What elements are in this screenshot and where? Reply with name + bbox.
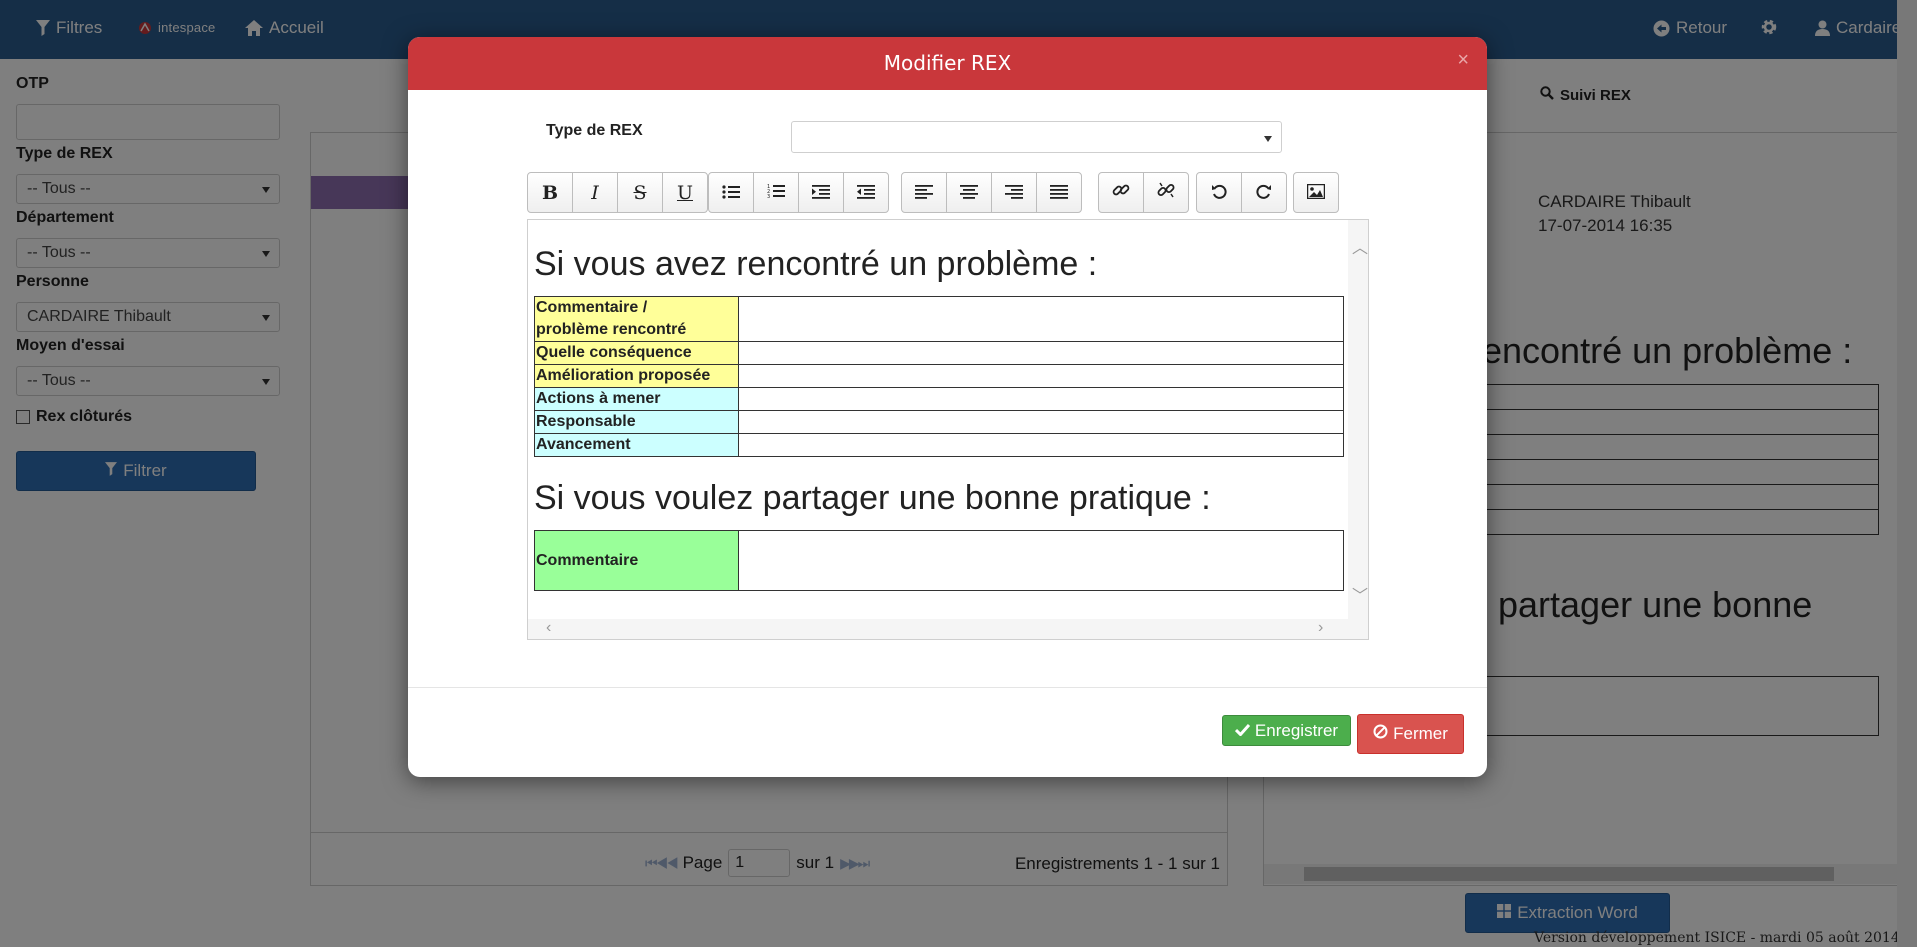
indent-icon (812, 182, 830, 204)
bold-button[interactable]: B (527, 172, 573, 213)
indent-button[interactable] (798, 172, 844, 213)
chevron-right-icon[interactable]: › (1318, 619, 1323, 637)
rich-text-editor[interactable]: Si vous avez rencontré un problème : Com… (527, 219, 1369, 640)
list-toolbar-group: 123 (708, 172, 889, 213)
problem-comment-label-cell[interactable]: Commentaire / problème rencontré (534, 296, 739, 342)
save-button-label: Enregistrer (1254, 720, 1339, 740)
media-toolbar-group (1293, 172, 1339, 213)
problem-comment-label-line2: problème rencontré (536, 321, 687, 338)
align-right-icon (1005, 182, 1023, 204)
modal-footer-divider (408, 687, 1487, 688)
actions-label-cell[interactable]: Actions à mener (534, 387, 739, 411)
bullet-list-icon (722, 182, 740, 204)
practice-table[interactable]: Commentaire (534, 530, 1344, 591)
check-icon (1234, 721, 1251, 741)
chevron-down-icon[interactable]: ﹀ (1352, 582, 1368, 606)
undo-button[interactable] (1196, 172, 1242, 213)
table-row: Avancement (534, 433, 1344, 457)
justify-button[interactable] (1036, 172, 1082, 213)
unlink-icon (1157, 181, 1175, 204)
numbered-list-button[interactable]: 123 (753, 172, 799, 213)
modal-header: Modifier REX × (408, 37, 1487, 90)
align-left-icon (915, 182, 933, 204)
table-row: Commentaire / problème rencontré (534, 296, 1344, 342)
strikethrough-button[interactable]: S (617, 172, 663, 213)
outdent-icon (857, 182, 875, 204)
ban-icon (1373, 724, 1388, 744)
align-right-button[interactable] (991, 172, 1037, 213)
undo-icon (1211, 182, 1227, 204)
outdent-button[interactable] (843, 172, 889, 213)
justify-icon (1050, 182, 1068, 204)
table-row: Commentaire (534, 530, 1344, 591)
numbered-list-icon: 123 (767, 182, 785, 204)
consequence-value-cell[interactable] (738, 341, 1344, 365)
align-toolbar-group (901, 172, 1082, 213)
problem-comment-label-line1: Commentaire / (536, 299, 648, 316)
problem-comment-value-cell[interactable] (738, 296, 1344, 342)
editor-vertical-scrollbar[interactable]: ︿ ﹀ (1348, 220, 1368, 620)
history-toolbar-group (1196, 172, 1287, 213)
progress-label-cell[interactable]: Avancement (534, 433, 739, 457)
practice-comment-label-cell[interactable]: Commentaire (534, 530, 739, 591)
responsible-value-cell[interactable] (738, 410, 1344, 434)
text-style-toolbar-group: B I S U (527, 172, 708, 213)
practice-comment-value-cell[interactable] (738, 530, 1344, 591)
align-center-button[interactable] (946, 172, 992, 213)
link-icon (1112, 181, 1130, 204)
edit-rex-modal: Modifier REX × Type de REX B I S U 123 S… (408, 37, 1487, 777)
italic-button[interactable]: I (572, 172, 618, 213)
actions-value-cell[interactable] (738, 387, 1344, 411)
remove-link-button[interactable] (1143, 172, 1189, 213)
bullet-list-button[interactable] (708, 172, 754, 213)
table-row: Amélioration proposée (534, 364, 1344, 388)
consequence-label-cell[interactable]: Quelle conséquence (534, 341, 739, 365)
redo-button[interactable] (1241, 172, 1287, 213)
progress-value-cell[interactable] (738, 433, 1344, 457)
problem-table[interactable]: Commentaire / problème rencontré Quelle … (534, 296, 1344, 457)
underline-button[interactable]: U (662, 172, 708, 213)
chevron-left-icon[interactable]: ‹ (546, 619, 551, 637)
insert-link-button[interactable] (1098, 172, 1144, 213)
table-row: Quelle conséquence (534, 341, 1344, 365)
image-icon (1306, 182, 1326, 204)
align-center-icon (960, 182, 978, 204)
editor-heading-practice: Si vous voulez partager une bonne pratiq… (534, 479, 1211, 517)
insert-image-button[interactable] (1293, 172, 1339, 213)
close-button-label: Fermer (1393, 724, 1448, 743)
modal-title: Modifier REX (883, 51, 1012, 75)
chevron-up-icon[interactable]: ︿ (1352, 234, 1368, 258)
editor-content[interactable]: Si vous avez rencontré un problème : Com… (534, 220, 1344, 591)
link-toolbar-group (1098, 172, 1189, 213)
improvement-value-cell[interactable] (738, 364, 1344, 388)
svg-text:3: 3 (767, 194, 770, 199)
caret-down-icon (1264, 136, 1272, 142)
save-button[interactable]: Enregistrer (1222, 715, 1351, 746)
modal-type-rex-label: Type de REX (546, 122, 643, 139)
responsible-label-cell[interactable]: Responsable (534, 410, 739, 434)
editor-horizontal-scrollbar[interactable]: ‹ › (528, 619, 1368, 639)
align-left-button[interactable] (901, 172, 947, 213)
table-row: Responsable (534, 410, 1344, 434)
close-button[interactable]: Fermer (1357, 714, 1464, 754)
editor-heading-problem: Si vous avez rencontré un problème : (534, 245, 1098, 283)
modal-type-rex-select[interactable] (791, 121, 1282, 153)
close-icon[interactable]: × (1457, 49, 1469, 72)
redo-icon (1256, 182, 1272, 204)
table-row: Actions à mener (534, 387, 1344, 411)
improvement-label-cell[interactable]: Amélioration proposée (534, 364, 739, 388)
